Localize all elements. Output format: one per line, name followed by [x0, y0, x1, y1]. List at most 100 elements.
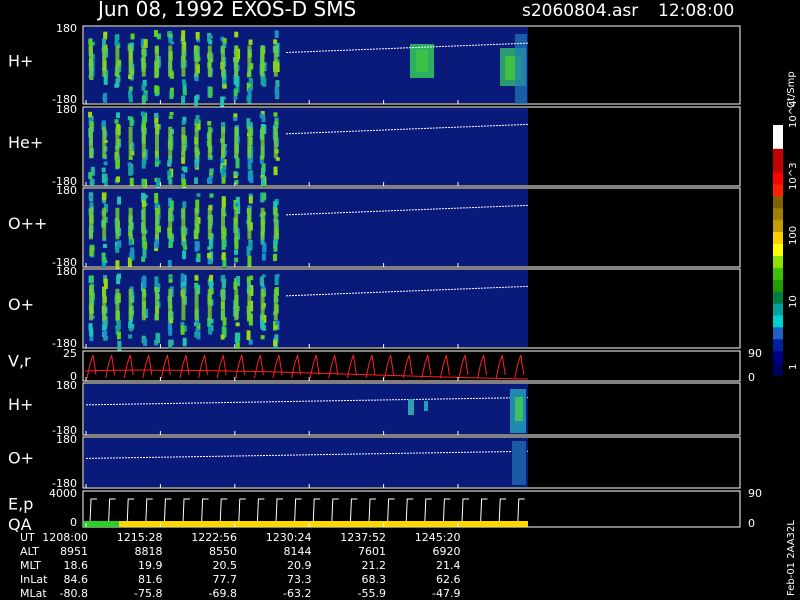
- spectrogram-cell: [154, 85, 159, 94]
- spectrogram-cell: [195, 241, 200, 251]
- spectrogram-cell: [248, 339, 253, 345]
- right-tick-top: 90: [748, 347, 762, 360]
- spectrogram-cell: [221, 288, 225, 321]
- qa-bar-green: [83, 521, 119, 527]
- ephem-value: -75.8: [134, 587, 162, 600]
- spectrogram-cell: [233, 281, 238, 290]
- spectrogram-cell: [234, 45, 239, 77]
- spectrogram-cell: [181, 95, 186, 106]
- spectrogram-cell: [141, 178, 146, 186]
- spectrogram-cell: [207, 45, 212, 77]
- spectrogram-cell: [89, 45, 93, 77]
- spectrogram-cell: [275, 87, 280, 98]
- spectrogram-cell: [154, 192, 159, 203]
- ephem-value: -63.2: [283, 587, 311, 600]
- spectrogram-cell: [246, 330, 251, 341]
- ephem-value: 18.6: [64, 559, 89, 572]
- spectrogram-cell: [274, 121, 279, 125]
- spectrogram-cell: [116, 176, 121, 183]
- spectrogram-cell: [140, 111, 145, 117]
- colorbar-tick-label: 100: [788, 226, 799, 245]
- spectrogram-cell: [154, 161, 159, 167]
- spectrogram-cell: [181, 120, 186, 125]
- spectrogram-cell: [194, 177, 199, 184]
- spectrogram-cell: [168, 275, 173, 279]
- spectrogram-cell: [88, 195, 93, 199]
- spectrogram-cell: [143, 338, 148, 347]
- spectrogram-cell: [117, 196, 122, 205]
- spectrogram-cell: [168, 207, 173, 240]
- colorbar-swatch: [773, 172, 783, 186]
- spectrogram-cell: [208, 40, 213, 45]
- spectrogram-patch: [512, 441, 526, 485]
- panel-label: E,p: [8, 495, 33, 514]
- ephem-value: 81.6: [138, 573, 163, 586]
- spectrogram-cell: [142, 275, 147, 286]
- spectrogram-cell: [208, 326, 213, 335]
- ephem-value: 68.3: [362, 573, 387, 586]
- spectrogram-cell: [141, 159, 146, 169]
- spectrogram-cell: [88, 111, 93, 118]
- spectrogram-cell: [209, 168, 214, 173]
- colorbar: 10^410^3100101: [773, 101, 799, 376]
- panel-data-area: [84, 384, 528, 434]
- spectrogram-cell: [168, 126, 173, 159]
- spectrogram-cell: [89, 275, 94, 283]
- ephem-value: 21.4: [436, 559, 461, 572]
- file-name: s2060804.asr: [522, 1, 638, 21]
- spectrogram-cell: [103, 161, 108, 166]
- spectrogram-cell: [247, 207, 252, 240]
- panel-label: H+: [8, 395, 33, 414]
- spectrogram-cell: [222, 38, 227, 44]
- right-tick-top: 90: [748, 487, 762, 500]
- spectrogram-cell: [248, 196, 253, 204]
- spectrogram-cell: [249, 174, 254, 184]
- spectrogram-cell: [262, 192, 267, 201]
- panel-data-area: [84, 492, 528, 526]
- spectrogram-cell: [141, 84, 146, 91]
- spectrogram-cell: [130, 33, 135, 40]
- ephem-value: 1230:24: [266, 531, 312, 544]
- spectrogram-cell: [273, 45, 278, 77]
- spectrogram-cell: [235, 157, 240, 169]
- spectrogram-cell: [248, 39, 253, 45]
- spectrogram-cell: [102, 45, 107, 77]
- spectrogram-cell: [194, 276, 199, 281]
- spectrogram-cell: [115, 112, 120, 119]
- spectrogram-cell: [141, 45, 146, 77]
- spectrogram-cell: [115, 159, 120, 169]
- panel-data-area: [84, 189, 528, 266]
- spectrogram-cell: [207, 207, 212, 240]
- spectrogram-cell: [209, 193, 214, 198]
- spectrogram-patch: [515, 397, 523, 421]
- spectrogram-cell: [221, 254, 226, 261]
- spectrogram-cell: [246, 118, 251, 126]
- spectrogram-cell: [208, 34, 213, 40]
- y-tick-top: 25: [63, 347, 77, 360]
- colorbar-swatch: [773, 291, 783, 305]
- spectrogram-cell: [154, 113, 159, 118]
- spectrogram-cell: [168, 241, 173, 249]
- spectrogram-cell: [89, 126, 93, 159]
- spectrogram-cell: [272, 254, 277, 262]
- colorbar-swatch: [773, 220, 783, 233]
- spectrogram-cell: [221, 45, 225, 77]
- spectrogram-cell: [168, 339, 173, 349]
- ephem-value: 6920: [433, 545, 461, 558]
- panel-label: O+: [8, 295, 34, 314]
- panels-group: H+180-180He+180-180O++180-180O+180-180V,…: [8, 22, 762, 534]
- spectrogram-cell: [104, 336, 109, 340]
- spectrogram-cell: [181, 288, 186, 321]
- footer-tag: Feb-01 2AA32L: [786, 520, 797, 596]
- spectrogram-cell: [222, 83, 227, 89]
- ephem-value: 8144: [284, 545, 312, 558]
- spectrogram-cell: [194, 126, 199, 159]
- spectrogram-cell: [235, 76, 240, 87]
- ephemeris-table: UT 1208:00 1215:28 1222:56 1230:24 1237:52 124…: [20, 531, 461, 600]
- spectrogram-cell: [183, 166, 188, 173]
- panel-data-area: [84, 108, 528, 185]
- spectrogram-cell: [167, 259, 172, 267]
- spectrogram-cell: [116, 331, 121, 340]
- spectrogram-cell: [234, 31, 239, 38]
- spectrogram-cell: [194, 95, 199, 106]
